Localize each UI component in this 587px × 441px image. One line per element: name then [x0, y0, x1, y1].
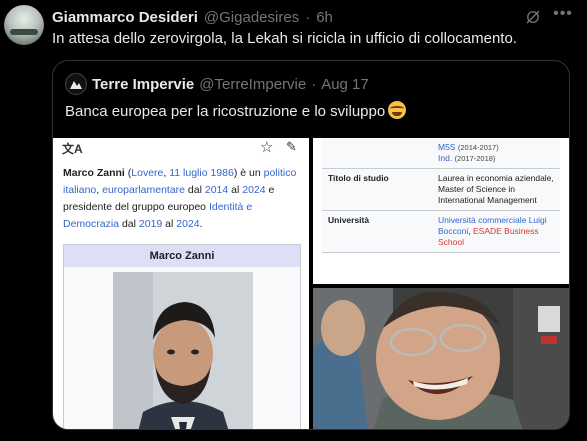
party-years: (2014-2017): [457, 143, 499, 152]
wiki-infobox: Marco Zanni: [63, 244, 301, 429]
infobox-title: Marco Zanni: [64, 245, 300, 267]
translate-icon: 文A: [62, 142, 83, 156]
party-link-ind: Ind.: [438, 153, 453, 163]
more-options-icon[interactable]: •••: [552, 5, 574, 25]
media-grid: 文A ☆ ✎ Marco Zanni (Lovere, 11 luglio 19…: [53, 138, 569, 429]
quoted-author-handle[interactable]: @TerreImpervie: [199, 76, 306, 93]
table-row: M5S (2014-2017) Ind. (2017-2018): [322, 138, 560, 169]
wiki-link-birthdate: 11 luglio 1986: [169, 167, 234, 179]
laughing-man-photo[interactable]: [313, 288, 569, 429]
table-cell-empty: [322, 138, 432, 169]
wiki-link-year: 2019: [138, 218, 163, 230]
author-handle[interactable]: @Gigadesires: [204, 9, 299, 26]
infobox-table: M5S (2014-2017) Ind. (2017-2018) Titolo …: [322, 138, 560, 253]
wiki-link-year: 2024: [176, 218, 200, 230]
wiki-subject: Marco Zanni: [63, 167, 125, 179]
grok-icon[interactable]: [524, 8, 542, 26]
wiki-link-birthplace: Lovere: [131, 167, 164, 179]
wiki-link-europarlamentare: europarlamentare: [102, 184, 186, 196]
wiki-text: al: [228, 184, 243, 196]
wiki-link-year: 2014: [204, 184, 229, 196]
quoted-tweet-card[interactable]: Terre Impervie @TerreImpervie · Aug 17 B…: [52, 60, 570, 430]
wiki-link-year: 2024: [242, 184, 266, 196]
quoted-tweet-header: Terre Impervie @TerreImpervie · Aug 17: [65, 73, 369, 95]
party-years: (2017-2018): [454, 154, 496, 163]
header-separator: ·: [305, 8, 311, 26]
tweet-time[interactable]: 6h: [316, 9, 333, 26]
quoted-author-avatar[interactable]: [65, 73, 87, 95]
quoted-date[interactable]: Aug 17: [321, 76, 369, 93]
wiki-text: ) è un: [233, 167, 264, 179]
table-cell-parties: M5S (2014-2017) Ind. (2017-2018): [432, 138, 560, 169]
infobox-table-image[interactable]: M5S (2014-2017) Ind. (2017-2018) Titolo …: [313, 138, 569, 284]
university-label: Università: [322, 210, 432, 253]
education-label: Titolo di studio: [322, 168, 432, 211]
author-name[interactable]: Giammarco Desideri: [52, 9, 198, 26]
portrait-photo: [113, 272, 253, 429]
quoted-tweet-text: Banca europea per la ricostruzione e lo …: [65, 101, 407, 120]
party-link-m5s: M5S: [438, 142, 456, 152]
wiki-intro-paragraph: Marco Zanni (Lovere, 11 luglio 1986) è u…: [63, 165, 303, 233]
quoted-author-name[interactable]: Terre Impervie: [92, 76, 194, 93]
wiki-text: dal: [119, 218, 139, 230]
tweet-text: In attesa dello zerovirgola, la Lekah si…: [52, 30, 517, 47]
education-value: Laurea in economia aziendale, Master of …: [432, 168, 560, 211]
wiki-toolbar: 文A ☆ ✎: [53, 138, 309, 158]
table-row: Titolo di studio Laurea in economia azie…: [322, 168, 560, 211]
pencil-icon: ✎: [286, 139, 297, 154]
table-row: Università Università commerciale Luigi …: [322, 210, 560, 253]
tweet-header: Giammarco Desideri @Gigadesires · 6h: [52, 7, 333, 27]
wiki-text: dal: [185, 184, 205, 196]
author-avatar[interactable]: [4, 5, 44, 45]
star-icon: ☆: [260, 139, 274, 156]
laughing-crying-emoji-icon: [388, 101, 407, 119]
wiki-text: .: [199, 218, 203, 230]
quoted-separator: ·: [311, 75, 317, 93]
wiki-text: al: [162, 218, 177, 230]
quoted-text-body: Banca europea per la ricostruzione e lo …: [65, 103, 386, 120]
wikipedia-screenshot-image[interactable]: 文A ☆ ✎ Marco Zanni (Lovere, 11 luglio 19…: [53, 138, 309, 429]
university-value: Università commerciale Luigi Bocconi, ES…: [432, 210, 560, 253]
